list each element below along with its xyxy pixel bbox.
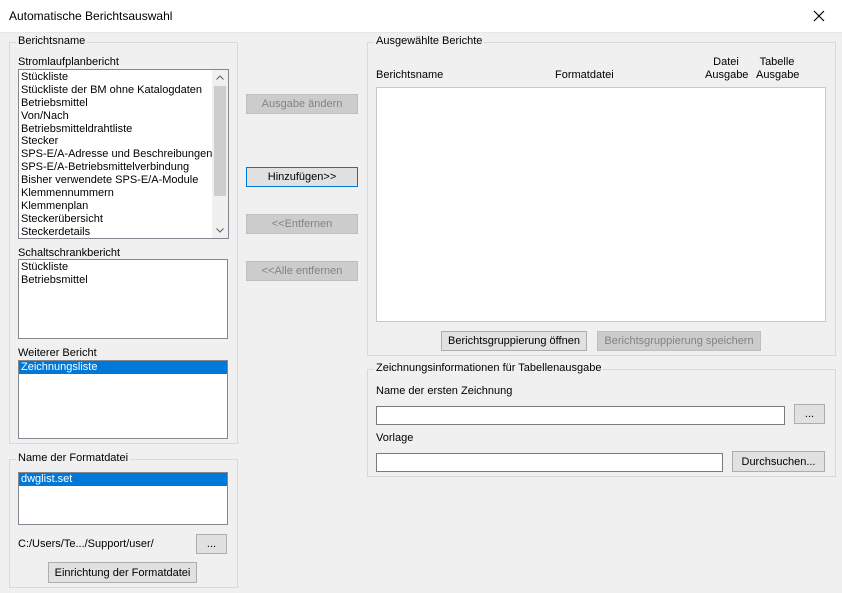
list-item[interactable]: dwglist.set <box>19 473 227 486</box>
stromlauf-list[interactable]: Stückliste Stückliste der BM ohne Katalog… <box>18 69 229 239</box>
list-item[interactable]: Betriebsmittel <box>19 97 212 110</box>
list-item[interactable]: SPS-E/A-Adresse und Beschreibungen <box>19 148 212 161</box>
vorlage-input[interactable] <box>376 453 723 472</box>
list-item[interactable]: Betriebsmitteldrahtliste <box>19 123 212 136</box>
list-item[interactable]: Bisher verwendete SPS-E/A-Module <box>19 174 212 187</box>
scroll-down-button[interactable] <box>212 223 227 238</box>
list-item[interactable]: Stückliste der BM ohne Katalogdaten <box>19 84 212 97</box>
chevron-up-icon <box>215 75 224 80</box>
list-item[interactable]: Steckerdetails <box>19 226 212 238</box>
formatdatei-legend: Name der Formatdatei <box>16 452 131 465</box>
gruppierung-oeffnen-button[interactable]: Berichtsgruppierung öffnen <box>441 331 587 351</box>
scroll-up-button[interactable] <box>212 70 227 85</box>
format-setup-button[interactable]: Einrichtung der Formatdatei <box>48 562 197 583</box>
column-tabelle-line1: Tabelle <box>759 56 795 68</box>
scroll-thumb[interactable] <box>214 86 226 196</box>
hinzufuegen-button[interactable]: Hinzufügen>> <box>246 167 358 187</box>
list-item[interactable]: Klemmenplan <box>19 200 212 213</box>
format-path: C:/Users/Te.../Support/user/ <box>18 538 154 550</box>
ausgewaehlt-list[interactable] <box>376 87 826 322</box>
column-datei-line1: Datei <box>713 56 739 68</box>
list-item[interactable]: Steckerübersicht <box>19 213 212 226</box>
durchsuchen-button[interactable]: Durchsuchen... <box>732 451 825 472</box>
column-tabelle-ausgabe: Tabelle Ausgabe <box>756 56 800 82</box>
weiterer-label: Weiterer Bericht <box>18 347 97 359</box>
erste-zeichnung-label: Name der ersten Zeichnung <box>376 385 513 397</box>
gruppierung-speichern-button[interactable]: Berichtsgruppierung speichern <box>597 331 761 351</box>
column-berichtsname: Berichtsname <box>376 69 444 81</box>
list-item[interactable]: Stückliste <box>19 261 227 274</box>
schalt-list[interactable]: Stückliste Betriebsmittel <box>18 259 228 339</box>
close-button[interactable] <box>796 0 842 31</box>
list-item[interactable]: Klemmennummern <box>19 187 212 200</box>
berichtsname-legend: Berichtsname <box>16 35 88 48</box>
window-title: Automatische Berichtsauswahl <box>9 9 173 23</box>
stromlauf-scrollbar[interactable] <box>212 70 228 238</box>
weiterer-list[interactable]: Zeichnungsliste <box>18 360 228 439</box>
zeichnung-legend: Zeichnungsinformationen für Tabellenausg… <box>374 362 604 375</box>
list-item[interactable]: Von/Nach <box>19 110 212 123</box>
alle-entfernen-button[interactable]: <<Alle entfernen <box>246 261 358 281</box>
list-item[interactable]: Stecker <box>19 135 212 148</box>
list-item[interactable]: Zeichnungsliste <box>19 361 227 374</box>
format-browse-button[interactable]: ... <box>196 534 227 554</box>
vorlage-label: Vorlage <box>376 432 414 444</box>
entfernen-button[interactable]: <<Entfernen <box>246 214 358 234</box>
schalt-label: Schaltschrankbericht <box>18 247 121 259</box>
column-tabelle-line2: Ausgabe <box>756 69 800 81</box>
formatdatei-list[interactable]: dwglist.set <box>18 472 228 525</box>
chevron-down-icon <box>215 228 224 233</box>
close-icon <box>813 10 825 21</box>
ausgabe-aendern-button[interactable]: Ausgabe ändern <box>246 94 358 114</box>
column-datei-line2: Ausgabe <box>705 69 749 81</box>
list-item[interactable]: Stückliste <box>19 71 212 84</box>
column-datei-ausgabe: Datei Ausgabe <box>705 56 749 82</box>
erste-zeichnung-input[interactable] <box>376 406 785 425</box>
column-formatdatei: Formatdatei <box>555 69 614 81</box>
list-item[interactable]: Betriebsmittel <box>19 274 227 287</box>
zeichnung-browse-button[interactable]: ... <box>794 404 825 424</box>
stromlauf-label: Stromlaufplanbericht <box>18 56 119 68</box>
ausgewaehlt-legend: Ausgewählte Berichte <box>374 35 485 48</box>
list-item[interactable]: SPS-E/A-Betriebsmittelverbindung <box>19 161 212 174</box>
